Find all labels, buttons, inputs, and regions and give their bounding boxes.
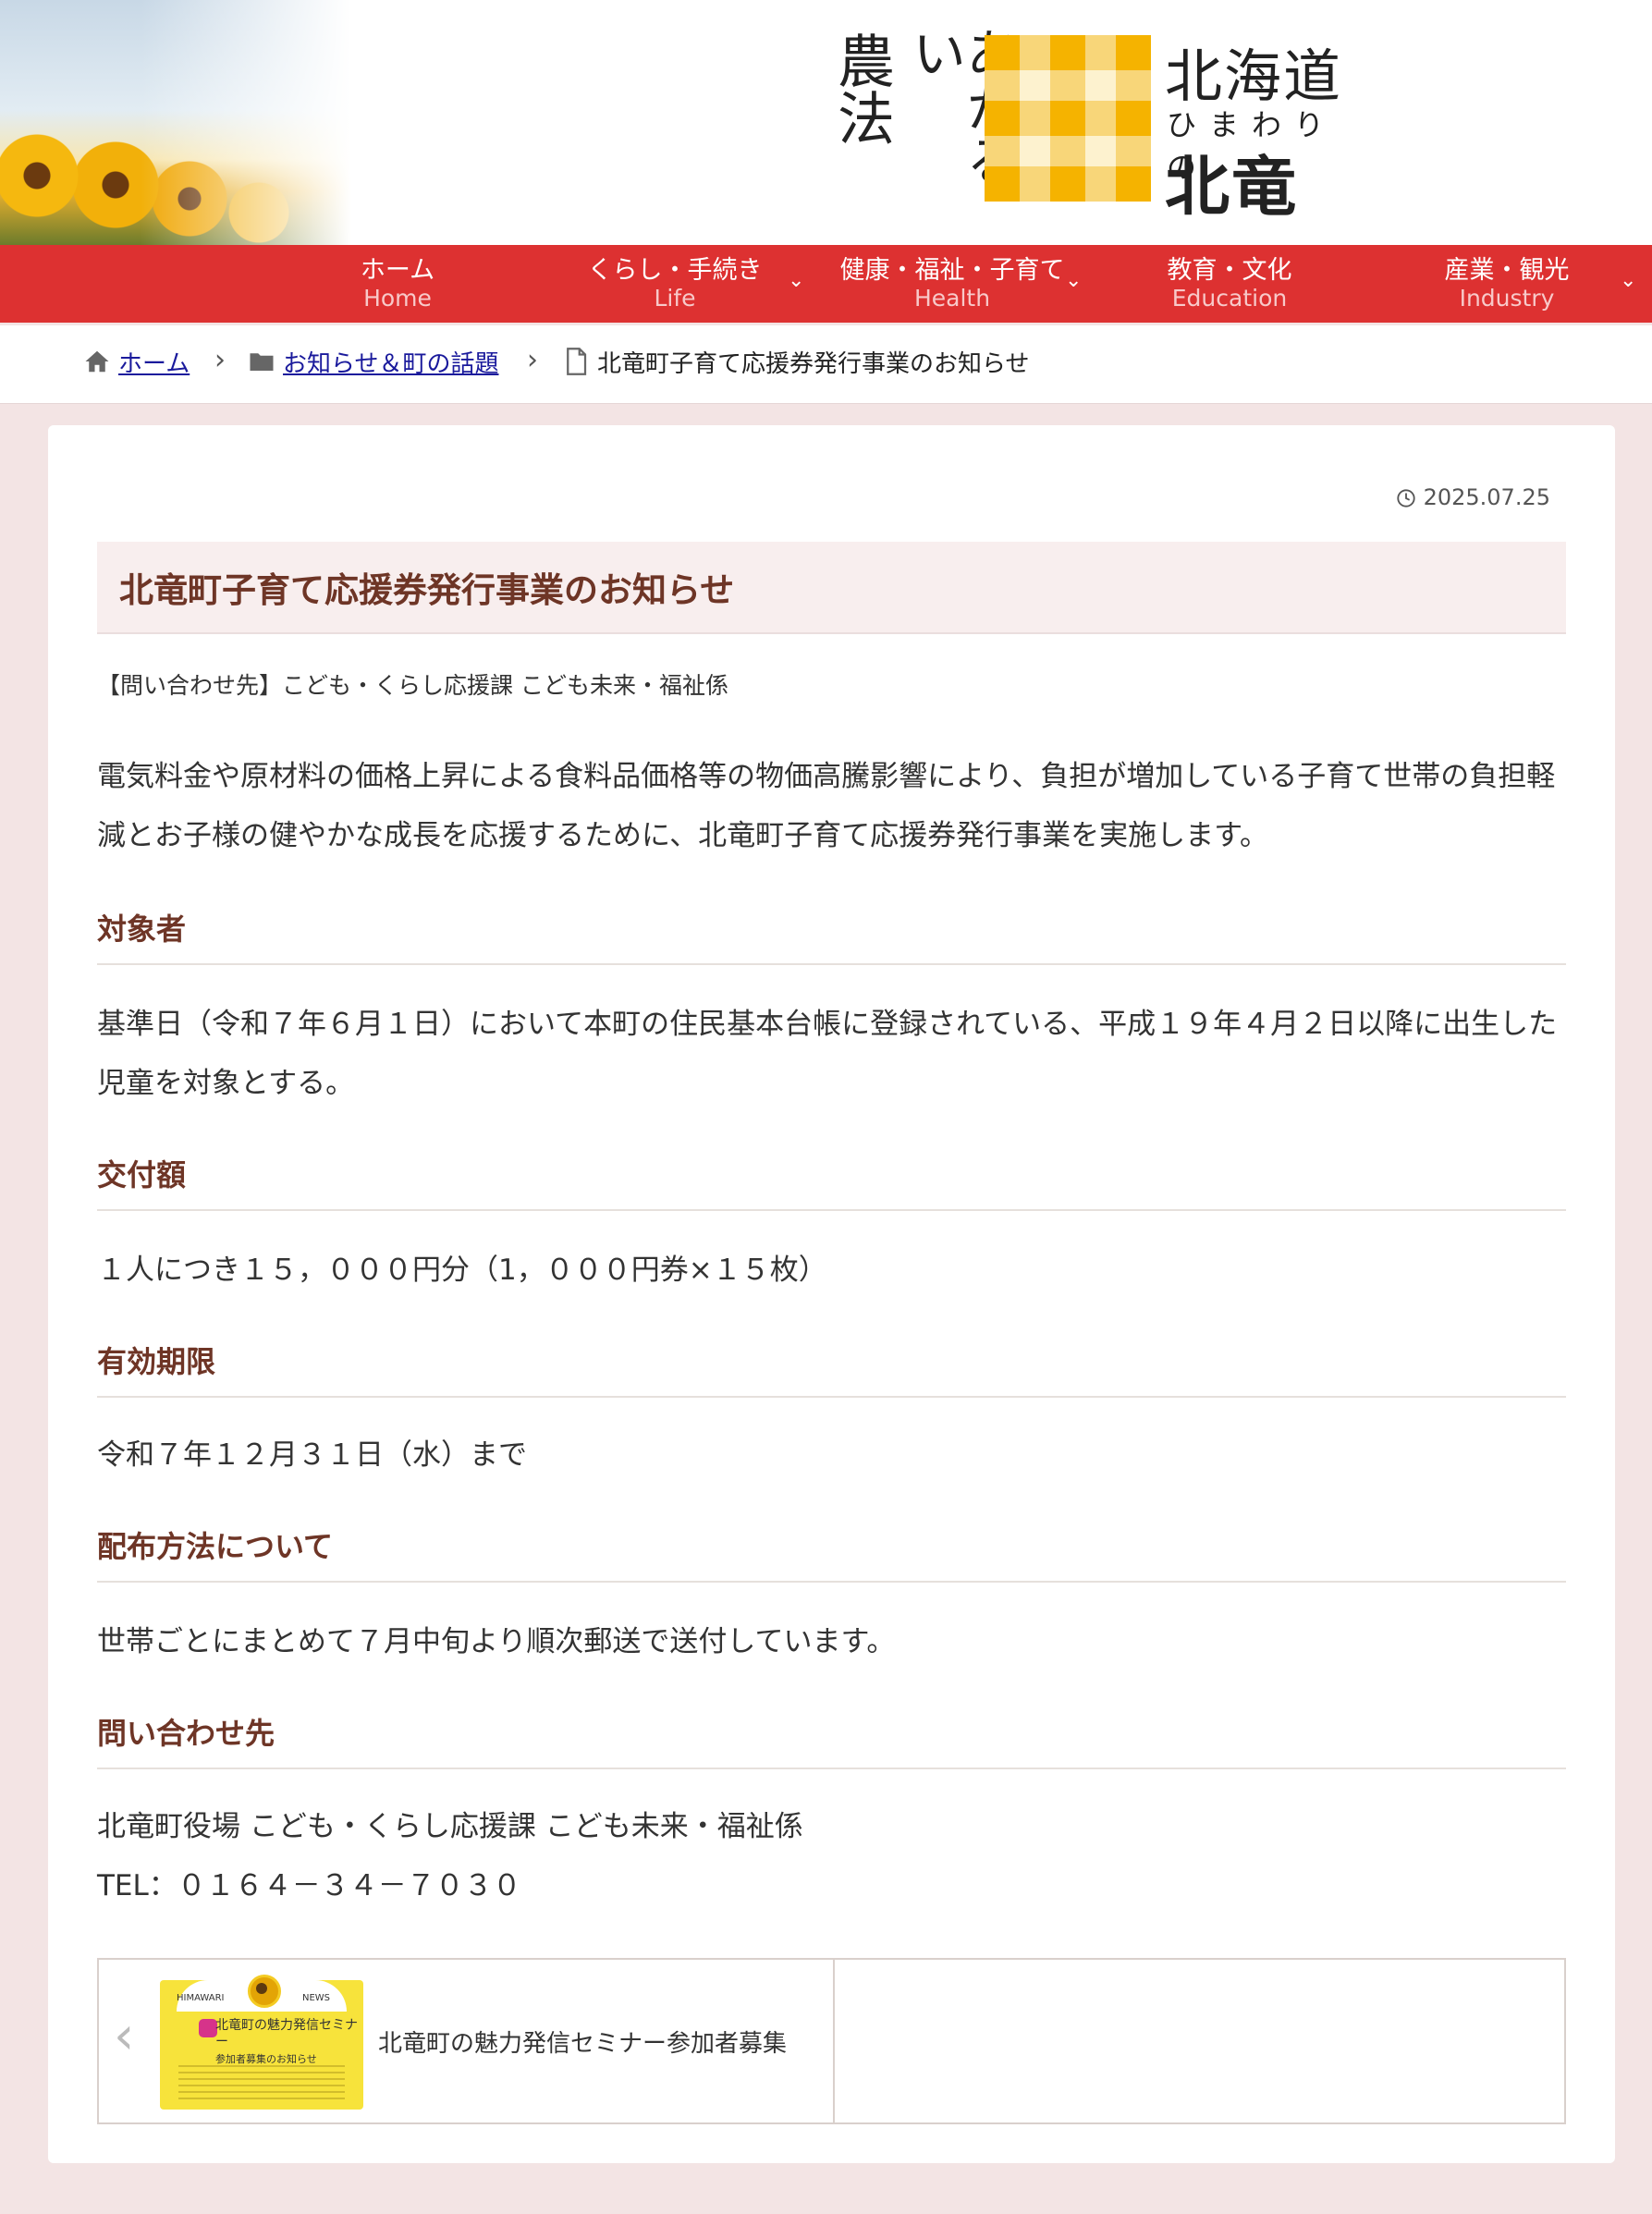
nav-label-en: Industry bbox=[1459, 285, 1555, 312]
contact-phone: TEL：０１６４－３４－７０３０ bbox=[97, 1869, 521, 1902]
prev-post-thumbnail[interactable]: HIMAWARI NEWS 北竜町の魅力発信セミナー 参加者募集のお知らせ bbox=[160, 1975, 363, 2110]
chevron-left-icon[interactable]: ‹ bbox=[114, 2006, 134, 2066]
section-body-contact: 北竜町役場 こども・くらし応援課 こども未来・福祉係 bbox=[97, 1810, 803, 1843]
chevron-right-icon: › bbox=[214, 344, 226, 376]
nav-item-home[interactable]: ホーム Home bbox=[259, 245, 536, 323]
logo-check-pattern-icon bbox=[985, 35, 1151, 202]
header-image-fade bbox=[0, 0, 351, 245]
nav-item-education[interactable]: 教育・文化 Education bbox=[1091, 245, 1368, 323]
nav-item-health[interactable]: 健康・福祉・子育て Health bbox=[814, 245, 1091, 323]
thumb-label-right: NEWS bbox=[302, 1993, 331, 2003]
section-body-expiry: 令和７年１２月３１日（水）まで bbox=[97, 1438, 527, 1472]
chevron-right-icon: › bbox=[527, 344, 538, 376]
article-title-box: 北竜町子育て応援券発行事業のお知らせ bbox=[97, 542, 1566, 634]
site-logo[interactable]: 農法 あかるい 北海道 ひまわりの 北竜町 bbox=[827, 26, 1359, 318]
site-header: 農法 あかるい 北海道 ひまわりの 北竜町 bbox=[0, 0, 1652, 318]
document-icon bbox=[564, 348, 588, 385]
prev-post-title[interactable]: 北竜町の魅力発信セミナー参加者募集 bbox=[378, 2024, 787, 2059]
post-date: 2025.07.25 bbox=[1396, 484, 1550, 510]
breadcrumb-category[interactable]: お知らせ＆町の話題 bbox=[283, 348, 498, 381]
logo-prefecture: 北海道 bbox=[1165, 43, 1343, 110]
instagram-icon bbox=[199, 2019, 217, 2037]
nav-label-en: Life bbox=[654, 285, 696, 312]
nav-label-ja: 健康・福祉・子育て bbox=[839, 256, 1065, 285]
thumb-title: 北竜町の魅力発信セミナー bbox=[215, 2018, 358, 2049]
nav-label-ja: 教育・文化 bbox=[1167, 256, 1292, 285]
breadcrumb: ホーム › お知らせ＆町の話題 › 北竜町子育て応援券発行事業のお知らせ bbox=[0, 325, 1652, 404]
global-nav: ホーム Home くらし・手続き Life ⌄ 健康・福祉・子育て Health… bbox=[0, 245, 1652, 323]
thumb-subtitle: 参加者募集のお知らせ bbox=[215, 2053, 317, 2065]
prev-post-link[interactable]: ‹ HIMAWARI NEWS 北竜町の魅力発信セミナー 参加者募集のお知らせ … bbox=[99, 1960, 835, 2122]
section-heading-target: 対象者 bbox=[97, 906, 1566, 965]
nav-label-en: Health bbox=[913, 285, 991, 312]
breadcrumb-current: 北竜町子育て応援券発行事業のお知らせ bbox=[597, 350, 1030, 378]
folder-icon bbox=[248, 348, 275, 385]
breadcrumb-category-link[interactable]: お知らせ＆町の話題 bbox=[283, 350, 498, 378]
nav-label-ja: 産業・観光 bbox=[1444, 256, 1570, 285]
chevron-down-icon[interactable]: ⌄ bbox=[1065, 269, 1082, 292]
chevron-down-icon[interactable]: ⌄ bbox=[788, 269, 804, 292]
section-heading-expiry: 有効期限 bbox=[97, 1339, 1566, 1398]
nav-item-industry[interactable]: 産業・観光 Industry bbox=[1368, 245, 1646, 323]
section-body-amount: １人につき１５，０００円分（1，０００円券×１５枚） bbox=[97, 1254, 827, 1287]
nav-label-ja: ホーム bbox=[360, 256, 435, 285]
post-navigation: ‹ HIMAWARI NEWS 北竜町の魅力発信セミナー 参加者募集のお知らせ … bbox=[97, 1958, 1566, 2124]
intro-paragraph: 電気料金や原材料の価格上昇による食料品価格等の物価高騰影響により、負担が増加して… bbox=[97, 760, 1556, 852]
section-heading-distribution: 配布方法について bbox=[97, 1523, 1566, 1583]
breadcrumb-home[interactable]: ホーム bbox=[118, 348, 190, 381]
nav-item-life[interactable]: くらし・手続き Life bbox=[536, 245, 814, 323]
section-body-target: 基準日（令和７年６月１日）において本町の住民基本台帳に登録されている、平成１９年… bbox=[97, 1008, 1558, 1100]
home-icon bbox=[83, 348, 111, 385]
section-heading-contact: 問い合わせ先 bbox=[97, 1710, 1566, 1769]
chevron-down-icon[interactable]: ⌄ bbox=[1620, 269, 1636, 292]
article-title: 北竜町子育て応援券発行事業のお知らせ bbox=[119, 570, 735, 610]
nav-label-en: Home bbox=[363, 285, 432, 312]
breadcrumb-home-link[interactable]: ホーム bbox=[118, 350, 190, 378]
thumb-label-left: HIMAWARI bbox=[177, 1993, 225, 2003]
nav-label-en: Education bbox=[1171, 285, 1288, 312]
logo-vertical-text-left: 農法 bbox=[827, 31, 895, 146]
clock-icon bbox=[1397, 489, 1415, 508]
contact-summary: 【問い合わせ先】こども・くらし応援課 こども未来・福祉係 bbox=[97, 672, 728, 699]
section-heading-amount: 交付額 bbox=[97, 1152, 1566, 1211]
post-date-text: 2025.07.25 bbox=[1423, 484, 1550, 510]
section-body-distribution: 世帯ごとにまとめて７月中旬より順次郵送で送付しています。 bbox=[97, 1625, 896, 1658]
nav-label-ja: くらし・手続き bbox=[587, 256, 763, 285]
article-card: 2025.07.25 北竜町子育て応援券発行事業のお知らせ 【問い合わせ先】こど… bbox=[48, 425, 1615, 2163]
